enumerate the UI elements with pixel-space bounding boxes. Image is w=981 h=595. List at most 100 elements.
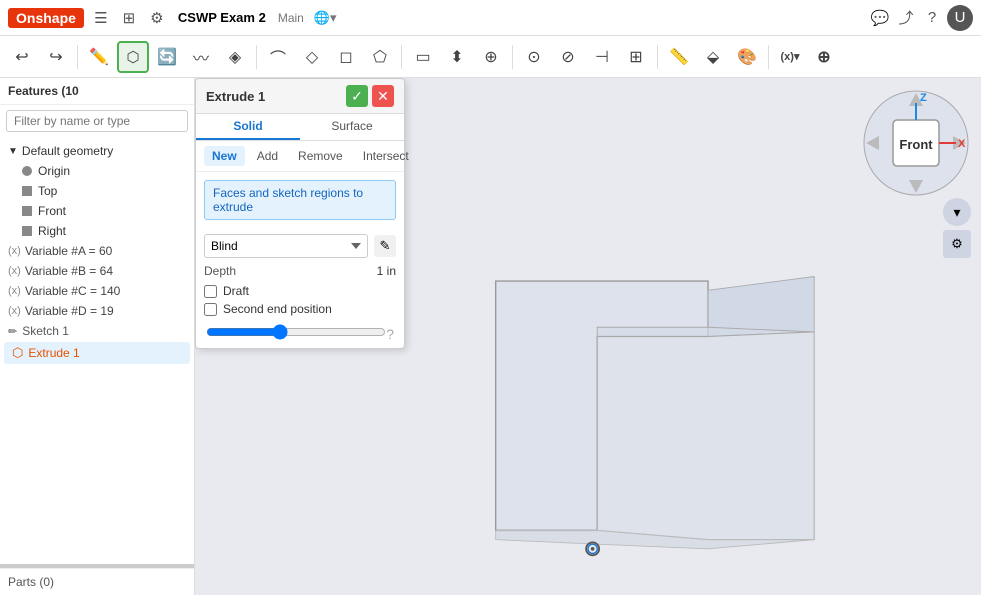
branch-label: Main [278, 11, 304, 25]
edit-icon[interactable]: ✎ [374, 235, 396, 257]
main-area: Features (10 ▼ Default geometry Origin T… [0, 78, 981, 595]
share-icon[interactable]: ⤴ [895, 7, 917, 29]
tree-arrow: ▼ [8, 146, 18, 157]
toolbar-sep-4 [512, 45, 513, 69]
toolbar-sep-6 [768, 45, 769, 69]
draft-row: Draft [204, 284, 396, 298]
top-label: Top [38, 184, 57, 198]
revolve-button[interactable]: 🔄 [151, 41, 183, 73]
grid-icon[interactable]: ⊞ [118, 7, 140, 29]
measure-button[interactable]: 📏 [663, 41, 695, 73]
draft-checkbox[interactable] [204, 285, 217, 298]
extrude-panel: Extrude 1 ✓ ✕ Solid Surface New Add Remo… [195, 78, 405, 349]
top-sq [22, 186, 32, 196]
variable-a-label: Variable #A = 60 [25, 244, 113, 258]
tree-item-origin[interactable]: Origin [0, 161, 194, 181]
variable-button[interactable]: (x)▾ [774, 41, 806, 73]
loft-button[interactable]: ◈ [219, 41, 251, 73]
pattern-button[interactable]: ⊞ [620, 41, 652, 73]
split-button[interactable]: ⊘ [552, 41, 584, 73]
origin-label: Origin [38, 164, 70, 178]
variable-b[interactable]: (x) Variable #B = 64 [0, 261, 194, 281]
sidebar: Features (10 ▼ Default geometry Origin T… [0, 78, 195, 595]
variable-d[interactable]: (x) Variable #D = 19 [0, 301, 194, 321]
chamfer-button[interactable]: ◇ [296, 41, 328, 73]
panel-confirm-button[interactable]: ✓ [346, 85, 368, 107]
tab-solid[interactable]: Solid [196, 114, 300, 140]
draft-button[interactable]: ⬠ [364, 41, 396, 73]
chat-icon[interactable]: 💬 [869, 7, 891, 29]
filter-input[interactable] [6, 110, 188, 132]
depth-slider[interactable] [206, 324, 386, 340]
parts-label: Parts (0) [8, 575, 54, 589]
toolbar-sep-3 [401, 45, 402, 69]
variable-b-label: Variable #B = 64 [25, 264, 113, 278]
feature-tree: ▼ Default geometry Origin Top Front [0, 137, 194, 564]
shell-button[interactable]: ◻ [330, 41, 362, 73]
subtab-remove[interactable]: Remove [290, 146, 351, 166]
blind-select-row: Blind ✎ [204, 234, 396, 258]
second-end-label: Second end position [223, 302, 332, 316]
right-label: Right [38, 224, 66, 238]
materials-button[interactable]: ⬙ [697, 41, 729, 73]
var-icon-d: (x) [8, 305, 21, 317]
settings-icon[interactable]: ⚙ [146, 7, 168, 29]
depth-row: Depth 1 in [204, 264, 396, 278]
globe-icon[interactable]: 🌐▾ [314, 10, 337, 26]
add-icon-button[interactable]: ⊕ [808, 41, 840, 73]
sketch-label: Sketch 1 [22, 324, 69, 338]
var-icon-a: (x) [8, 245, 21, 257]
second-end-checkbox[interactable] [204, 303, 217, 316]
panel-header: Extrude 1 ✓ ✕ [196, 79, 404, 114]
extrude-tree-icon: ⬡ [12, 345, 23, 361]
tab-surface[interactable]: Surface [300, 114, 404, 140]
extrude-label: Extrude 1 [28, 346, 79, 360]
panel-help-icon[interactable]: ? [386, 326, 394, 342]
user-icon[interactable]: U [947, 5, 973, 31]
logo[interactable]: Onshape [8, 8, 84, 28]
extrude-item[interactable]: ⬡ Extrude 1 [4, 342, 190, 364]
default-geometry-header[interactable]: ▼ Default geometry [0, 141, 194, 161]
viewport[interactable]: Extrude 1 ✓ ✕ Solid Surface New Add Remo… [195, 78, 981, 595]
variable-c[interactable]: (x) Variable #C = 140 [0, 281, 194, 301]
tree-item-right[interactable]: Right [0, 221, 194, 241]
undo-button[interactable]: ↩ [6, 41, 38, 73]
origin-dot [22, 166, 32, 176]
blind-select[interactable]: Blind [204, 234, 368, 258]
tree-item-front[interactable]: Front [0, 201, 194, 221]
tree-item-top[interactable]: Top [0, 181, 194, 201]
sidebar-footer: Parts (0) [0, 568, 194, 595]
sketch-button[interactable]: ✏️ [83, 41, 115, 73]
slider-row: ? [204, 322, 396, 342]
mirror-button[interactable]: ⊣ [586, 41, 618, 73]
appearance-button[interactable]: 🎨 [731, 41, 763, 73]
front-label: Front [38, 204, 66, 218]
variable-a[interactable]: (x) Variable #A = 60 [0, 241, 194, 261]
faces-input-box[interactable]: Faces and sketch regions to extrude [204, 180, 396, 220]
toolbar: ↩ ↪ ✏️ ⬡ Extrude (Shift-e) 🔄 〰 ◈ ⌒ ◇ ◻ ⬠… [0, 36, 981, 78]
extrude-button[interactable]: ⬡ Extrude (Shift-e) [117, 41, 149, 73]
draft-label: Draft [223, 284, 249, 298]
fillet-button[interactable]: ⌒ [262, 41, 294, 73]
axis-button[interactable]: ⬍ [441, 41, 473, 73]
subtab-new[interactable]: New [204, 146, 245, 166]
panel-subtabs: New Add Remove Intersect [196, 141, 404, 172]
right-sq [22, 226, 32, 236]
sketch-item[interactable]: ✏ Sketch 1 [0, 321, 194, 341]
toolbar-sep-2 [256, 45, 257, 69]
point-button[interactable]: ⊕ [475, 41, 507, 73]
plane-button[interactable]: ▭ [407, 41, 439, 73]
default-geometry-group: ▼ Default geometry Origin Top Front [0, 141, 194, 241]
sweep-button[interactable]: 〰 [185, 41, 217, 73]
subtab-intersect[interactable]: Intersect [355, 146, 417, 166]
pivot-center [591, 547, 595, 551]
panel-close-button[interactable]: ✕ [372, 85, 394, 107]
subtab-add[interactable]: Add [249, 146, 286, 166]
front-sq [22, 206, 32, 216]
variable-c-label: Variable #C = 140 [25, 284, 121, 298]
redo-button[interactable]: ↪ [40, 41, 72, 73]
toolbar-sep-1 [77, 45, 78, 69]
help-icon-top[interactable]: ? [921, 7, 943, 29]
menu-icon[interactable]: ☰ [90, 7, 112, 29]
boolean-button[interactable]: ⊙ [518, 41, 550, 73]
